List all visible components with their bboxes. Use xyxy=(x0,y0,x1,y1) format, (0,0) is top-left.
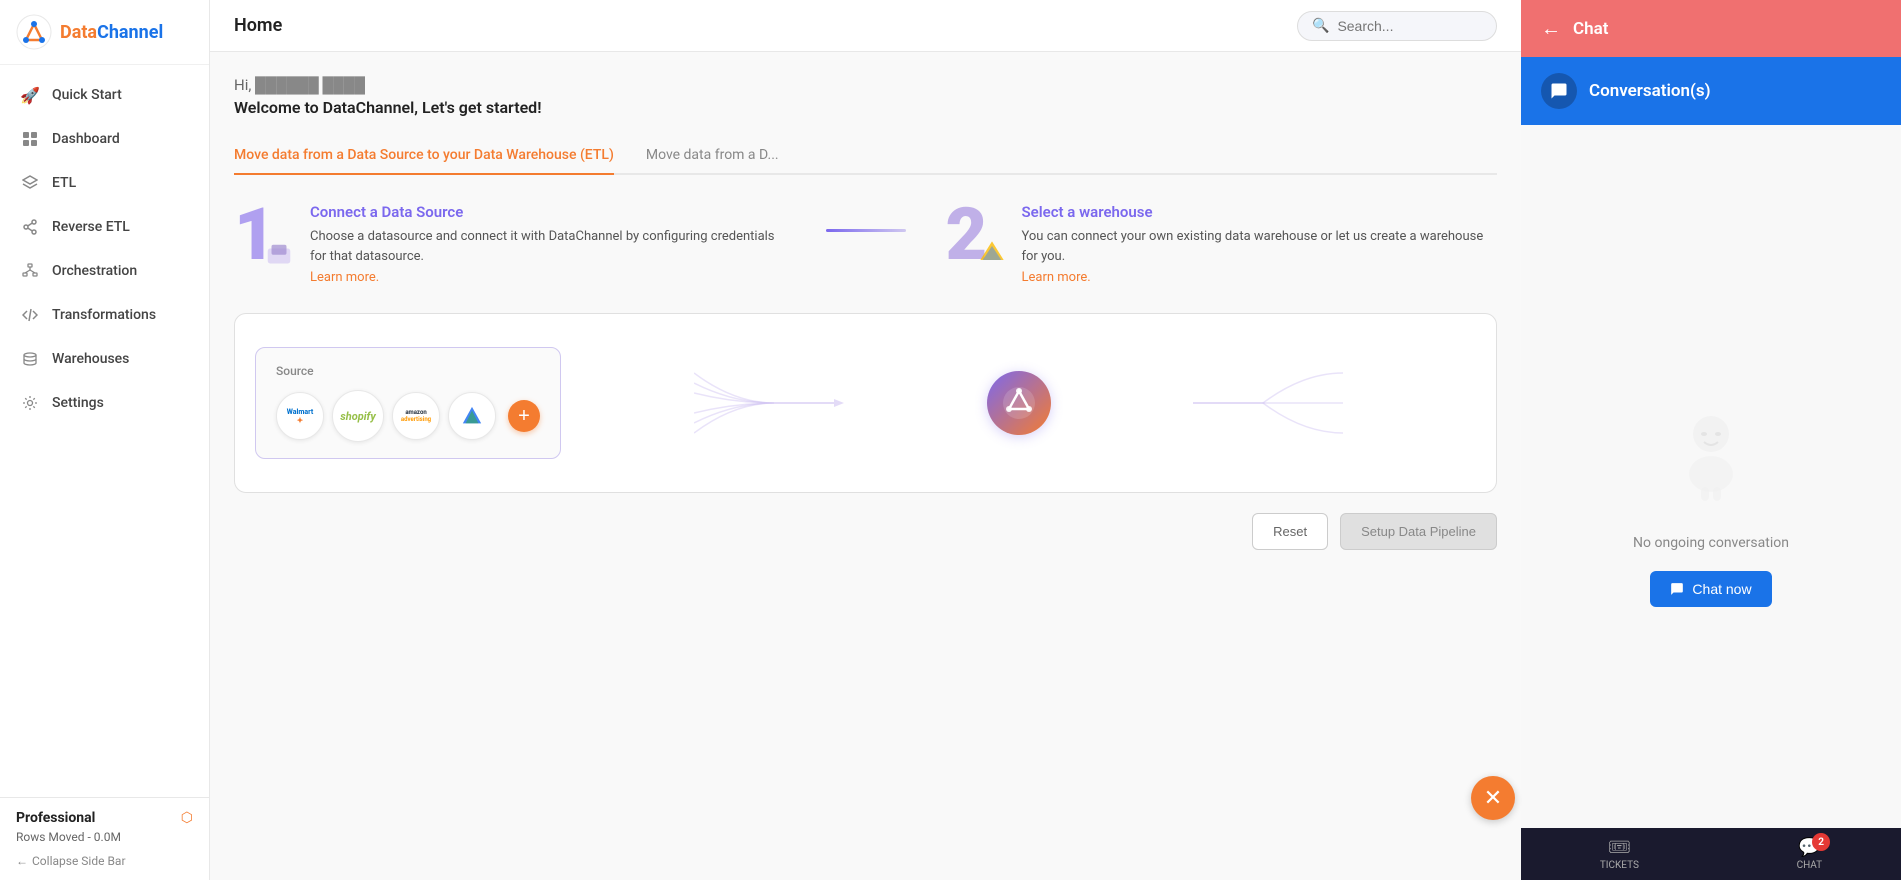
chat-conv-icon xyxy=(1541,73,1577,109)
source-google-ads xyxy=(448,392,496,440)
search-input[interactable] xyxy=(1337,18,1477,34)
sidebar-item-reverse-etl[interactable]: Reverse ETL xyxy=(0,205,209,249)
pipeline-diagram: Source Walmart ✦ shopify amazon advertis… xyxy=(234,313,1497,493)
no-conversation-icon xyxy=(1651,399,1771,519)
connector-line xyxy=(826,229,906,232)
chat-header-title: Chat xyxy=(1573,19,1608,39)
no-conversation-text: No ongoing conversation xyxy=(1633,535,1789,551)
step-2: 2 Select a warehouse You can connect you… xyxy=(946,199,1498,285)
step-1-icon xyxy=(264,241,294,271)
reset-button[interactable]: Reset xyxy=(1252,513,1328,550)
sidebar-nav: 🚀 Quick Start Dashboard ETL Reverse ETL xyxy=(0,65,209,797)
output-flow-svg xyxy=(1183,363,1343,443)
chat-header: ← Chat xyxy=(1521,0,1901,57)
sidebar-item-transformations[interactable]: Transformations xyxy=(0,293,209,337)
step-1-desc: Choose a datasource and connect it with … xyxy=(310,227,786,266)
step-1: 1 Connect a Data Source Choose a datasou… xyxy=(234,199,786,285)
gear-icon xyxy=(20,393,40,413)
chat-panel: ← Chat Conversation(s) No ongoing conver… xyxy=(1521,0,1901,880)
logo-icon xyxy=(16,14,52,50)
hub-icon xyxy=(987,371,1051,435)
chat-now-button[interactable]: Chat now xyxy=(1650,571,1771,607)
bottom-bar: 🎟 TICKETS 💬 CHAT 2 xyxy=(1521,828,1901,880)
collapse-sidebar-button[interactable]: ← Collapse Side Bar xyxy=(16,854,193,868)
sidebar: DataChannel 🚀 Quick Start Dashboard ETL xyxy=(0,0,210,880)
chat-badge: 2 xyxy=(1812,833,1830,851)
float-close-button[interactable]: ✕ xyxy=(1471,776,1515,820)
flow-arrow xyxy=(561,363,987,443)
flow-shape-svg xyxy=(694,363,854,443)
datachannel-hub xyxy=(987,371,1051,435)
step-2-icon xyxy=(978,239,1006,267)
welcome-text: Welcome to DataChannel, Let's get starte… xyxy=(234,98,1497,117)
chat-now-icon xyxy=(1670,582,1684,596)
sidebar-item-etl[interactable]: ETL xyxy=(0,161,209,205)
tickets-icon: 🎟 xyxy=(1608,837,1631,858)
output-flow xyxy=(1051,363,1477,443)
tickets-button[interactable]: 🎟 TICKETS xyxy=(1600,837,1639,871)
sidebar-item-orchestration[interactable]: Orchestration xyxy=(0,249,209,293)
step-2-content: Select a warehouse You can connect your … xyxy=(1022,199,1498,285)
source-label: Source xyxy=(276,364,540,378)
plan-external-icon[interactable]: ⬡ xyxy=(181,810,193,826)
code-icon xyxy=(20,305,40,325)
page-title: Home xyxy=(234,15,282,36)
conversations-header: Conversation(s) xyxy=(1521,57,1901,125)
chat-tab-button[interactable]: 💬 CHAT 2 xyxy=(1797,837,1823,871)
rows-moved: Rows Moved - 0.0M xyxy=(16,830,193,844)
sidebar-item-dashboard[interactable]: Dashboard xyxy=(0,117,209,161)
source-icons: Walmart ✦ shopify amazon advertising xyxy=(276,390,540,442)
add-source-button[interactable]: + xyxy=(508,400,540,432)
main-content: Home 🔍 Hi, ██████ ████ Welcome to DataCh… xyxy=(210,0,1521,880)
pipeline-actions: Reset Setup Data Pipeline xyxy=(234,513,1497,550)
chat-body: No ongoing conversation Chat now xyxy=(1521,125,1901,880)
logo: DataChannel xyxy=(0,0,209,65)
step-1-content: Connect a Data Source Choose a datasourc… xyxy=(310,199,786,285)
step-2-link[interactable]: Learn more. xyxy=(1022,270,1091,285)
conversations-title: Conversation(s) xyxy=(1589,81,1711,101)
step-2-desc: You can connect your own existing data w… xyxy=(1022,227,1498,266)
source-box: Source Walmart ✦ shopify amazon advertis… xyxy=(255,347,561,459)
setup-pipeline-button[interactable]: Setup Data Pipeline xyxy=(1340,513,1497,550)
source-shopify: shopify xyxy=(332,390,384,442)
pipeline-steps: 1 Connect a Data Source Choose a datasou… xyxy=(234,199,1497,285)
source-amazon: amazon advertising xyxy=(392,392,440,440)
step-2-title: Select a warehouse xyxy=(1022,203,1498,221)
logo-text: DataChannel xyxy=(60,22,163,43)
share-icon xyxy=(20,217,40,237)
step-connector xyxy=(826,199,906,232)
source-walmart: Walmart ✦ xyxy=(276,392,324,440)
sidebar-item-settings[interactable]: Settings xyxy=(0,381,209,425)
workflow-tabs: Move data from a Data Source to your Dat… xyxy=(234,137,1497,175)
content-area: Hi, ██████ ████ Welcome to DataChannel, … xyxy=(210,52,1521,880)
step-1-link[interactable]: Learn more. xyxy=(310,270,379,285)
layers-icon xyxy=(20,173,40,193)
tab-reverse-etl[interactable]: Move data from a D... xyxy=(646,137,779,175)
rocket-icon: 🚀 xyxy=(20,85,40,105)
search-icon: 🔍 xyxy=(1312,18,1329,34)
sitemap-icon xyxy=(20,261,40,281)
search-bar[interactable]: 🔍 xyxy=(1297,11,1497,41)
sidebar-item-warehouses[interactable]: Warehouses xyxy=(0,337,209,381)
plan-name: Professional xyxy=(16,810,95,826)
sidebar-item-quick-start[interactable]: 🚀 Quick Start xyxy=(0,73,209,117)
grid-icon xyxy=(20,129,40,149)
chat-back-button[interactable]: ← xyxy=(1541,16,1561,41)
database-icon xyxy=(20,349,40,369)
step-1-title: Connect a Data Source xyxy=(310,203,786,221)
sidebar-bottom: Professional ⬡ Rows Moved - 0.0M ← Colla… xyxy=(0,797,209,880)
tab-etl[interactable]: Move data from a Data Source to your Dat… xyxy=(234,137,614,175)
greeting-line: Hi, ██████ ████ xyxy=(234,76,1497,94)
header: Home 🔍 xyxy=(210,0,1521,52)
